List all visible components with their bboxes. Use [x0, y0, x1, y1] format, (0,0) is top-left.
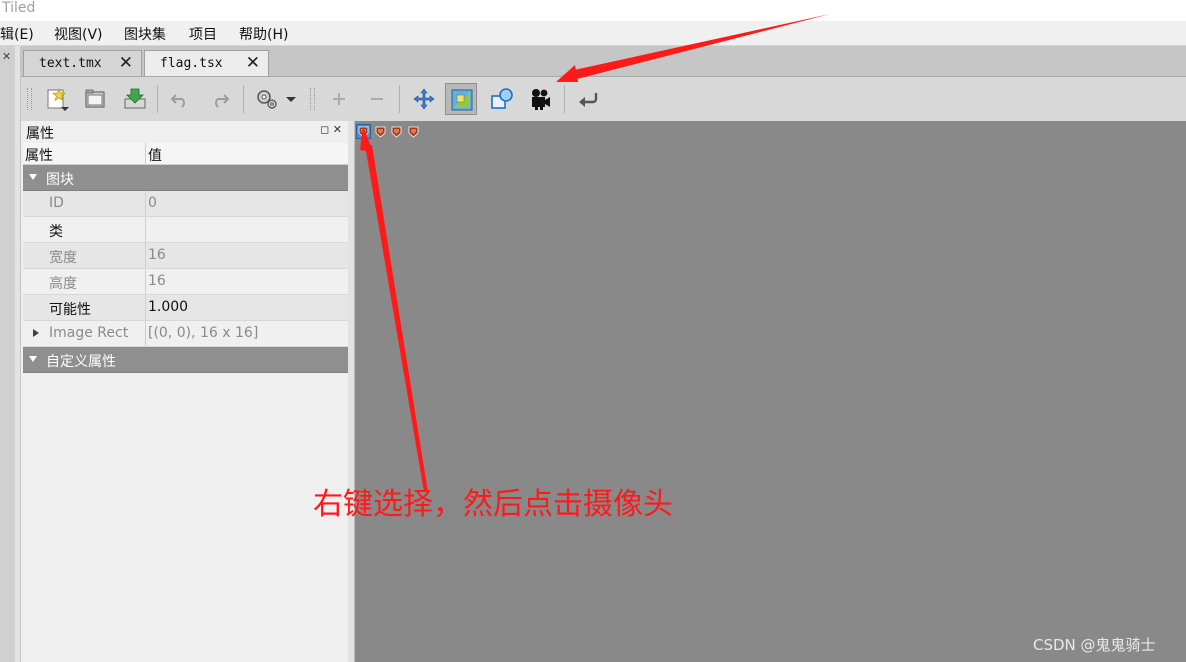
menu-edit[interactable]: 辑(E) — [0, 24, 34, 44]
tile-edit-icon — [451, 89, 473, 111]
tile-edit-button[interactable] — [445, 83, 477, 115]
properties-header: 属性 值 — [23, 143, 348, 165]
back-button[interactable] — [572, 83, 604, 115]
collision-editor-icon — [491, 88, 513, 109]
animation-editor-icon — [532, 89, 550, 110]
add-tiles-button[interactable] — [323, 83, 355, 115]
tileset-properties-icon — [257, 90, 277, 109]
animation-editor-button[interactable] — [524, 83, 556, 115]
tab-label: text.tmx — [39, 56, 102, 71]
properties-dropdown[interactable] — [283, 83, 299, 115]
toolbar-separator — [564, 85, 565, 113]
property-row-probability[interactable]: 可能性 1.000 — [23, 295, 348, 321]
tileset-view[interactable] — [355, 121, 1186, 662]
tile-flag[interactable] — [407, 125, 420, 138]
toolbar-separator — [157, 85, 158, 113]
toolbar-grip[interactable] — [27, 88, 32, 110]
property-row-id[interactable]: ID 0 — [23, 191, 348, 217]
annotation-text: 右键选择，然后点击摄像头 — [313, 487, 673, 522]
panel-splitter[interactable] — [348, 121, 355, 662]
document-tab-bar: text.tmx ✕ flag.tsx ✕ — [21, 46, 1186, 77]
remove-tiles-icon — [371, 98, 383, 100]
property-name: ID — [49, 195, 64, 211]
close-icon[interactable]: ✕ — [246, 53, 260, 73]
property-name: 可能性 — [49, 302, 91, 318]
property-row-image-rect[interactable]: Image Rect [(0, 0), 16 x 16] — [23, 321, 348, 347]
expand-arrow-icon[interactable] — [33, 329, 39, 337]
new-tileset-icon — [47, 88, 69, 111]
tile-flag[interactable] — [374, 125, 387, 138]
expand-arrow-icon[interactable] — [29, 174, 37, 180]
tile-flag-selected[interactable] — [356, 124, 371, 139]
window-titlebar: Tiled — [0, 0, 1186, 21]
add-tiles-icon — [333, 93, 345, 105]
toolbar-grip[interactable] — [310, 88, 315, 110]
redo-button[interactable] — [204, 83, 236, 115]
float-icon[interactable]: ◻ — [320, 123, 329, 136]
property-value: 16 — [148, 273, 166, 289]
tab-label: flag.tsx — [160, 56, 223, 71]
save-button[interactable] — [119, 83, 151, 115]
properties-panel: 属性 ◻ ✕ 属性 值 图块 ID 0 类 宽度 16 高度 16 可能性 1.… — [21, 121, 349, 662]
close-icon[interactable]: ✕ — [333, 123, 342, 136]
close-icon[interactable]: ✕ — [119, 53, 133, 73]
back-icon — [579, 93, 598, 107]
left-dock-strip: ✕ — [0, 46, 16, 662]
panel-controls: ◻ ✕ — [320, 123, 342, 136]
open-button[interactable] — [79, 83, 111, 115]
property-name: 宽度 — [49, 250, 77, 266]
tileset-properties-button[interactable] — [251, 83, 283, 115]
move-button[interactable] — [408, 83, 440, 115]
tab-flag-tsx[interactable]: flag.tsx ✕ — [144, 50, 269, 76]
dropdown-arrow-icon — [286, 97, 296, 102]
close-icon[interactable]: ✕ — [2, 50, 11, 63]
window-title: Tiled — [2, 0, 36, 16]
open-file-icon — [85, 89, 105, 108]
watermark: CSDN @鬼鬼骑士 — [1033, 636, 1156, 654]
property-row-width[interactable]: 宽度 16 — [23, 243, 348, 269]
remove-tiles-button[interactable] — [361, 83, 393, 115]
menu-help[interactable]: 帮助(H) — [239, 24, 288, 44]
collision-editor-button[interactable] — [486, 83, 518, 115]
menu-bar: 辑(E) 视图(V) 图块集 项目 帮助(H) — [0, 21, 1186, 46]
property-name: 高度 — [49, 276, 77, 292]
tile-flag[interactable] — [390, 125, 403, 138]
menu-view[interactable]: 视图(V) — [54, 24, 103, 44]
column-header-value: 值 — [148, 148, 162, 164]
undo-button[interactable] — [164, 83, 196, 115]
property-value: 0 — [148, 195, 157, 211]
property-row-class[interactable]: 类 — [23, 217, 348, 243]
group-label: 自定义属性 — [46, 354, 116, 370]
tileset-toolbar — [21, 77, 1186, 122]
column-header-property: 属性 — [25, 148, 53, 164]
group-tile[interactable]: 图块 — [23, 165, 348, 191]
property-value: 16 — [148, 247, 166, 263]
menu-tileset[interactable]: 图块集 — [124, 24, 166, 44]
group-custom-properties[interactable]: 自定义属性 — [23, 347, 348, 373]
properties-grid: 属性 值 图块 ID 0 类 宽度 16 高度 16 可能性 1.000 Ima… — [23, 143, 348, 373]
property-row-height[interactable]: 高度 16 — [23, 269, 348, 295]
group-label: 图块 — [46, 172, 74, 188]
toolbar-separator — [399, 85, 400, 113]
save-export-icon — [124, 88, 146, 109]
new-tileset-button[interactable] — [41, 83, 73, 115]
property-name: Image Rect — [49, 325, 129, 341]
property-value: [(0, 0), 16 x 16] — [148, 325, 259, 341]
property-name: 类 — [49, 224, 63, 240]
property-value[interactable]: 1.000 — [148, 299, 188, 315]
panel-title: 属性 — [26, 126, 54, 142]
menu-project[interactable]: 项目 — [189, 24, 217, 44]
undo-icon — [170, 94, 185, 108]
tab-text-tmx[interactable]: text.tmx ✕ — [23, 50, 142, 76]
expand-arrow-icon[interactable] — [29, 356, 37, 362]
move-icon — [413, 88, 435, 110]
redo-icon — [215, 94, 230, 108]
toolbar-separator — [243, 85, 244, 113]
